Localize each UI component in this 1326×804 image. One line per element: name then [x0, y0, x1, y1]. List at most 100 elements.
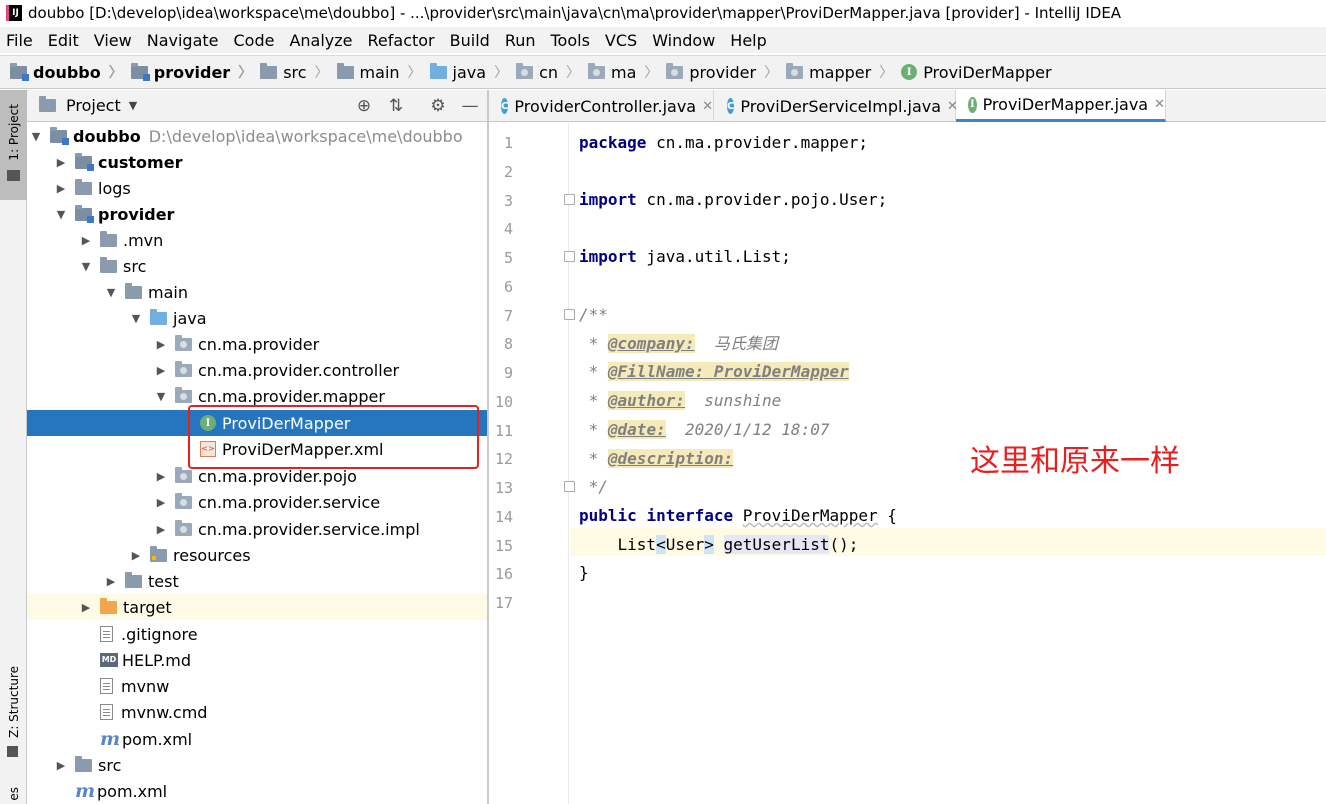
- tree-item-label: cn.ma.provider.controller: [198, 360, 400, 380]
- chevron-down-icon[interactable]: ▼: [52, 208, 70, 221]
- tree-item-gitignore[interactable]: ▶.gitignore: [27, 621, 487, 647]
- folder-icon: [75, 178, 92, 195]
- tree-item-provider[interactable]: ▼ provider: [27, 201, 487, 227]
- tree-item-java[interactable]: ▼ java: [27, 305, 487, 331]
- tree-item-package[interactable]: ▶ cn.ma.provider: [27, 331, 487, 357]
- tree-item-mvnw[interactable]: ▶mvnw: [27, 673, 487, 699]
- chevron-right-icon[interactable]: ▶: [152, 364, 170, 377]
- tree-item-main[interactable]: ▼ main: [27, 279, 487, 305]
- project-tool-tab[interactable]: 1: Project: [0, 90, 27, 200]
- tree-item-src-root[interactable]: ▶ src: [27, 752, 487, 778]
- tree-item-label: src: [98, 755, 122, 775]
- package-icon: [666, 62, 684, 79]
- crumb-java[interactable]: java 〉: [429, 62, 517, 82]
- menu-analyze[interactable]: Analyze: [289, 31, 352, 50]
- resources-folder-icon: [150, 545, 167, 562]
- structure-tab-label[interactable]: Z: Structure: [7, 666, 21, 738]
- chevron-right-icon[interactable]: ▶: [152, 496, 170, 509]
- chevron-down-icon[interactable]: ▼: [27, 130, 45, 143]
- menu-run[interactable]: Run: [505, 31, 536, 50]
- menu-refactor[interactable]: Refactor: [368, 31, 435, 50]
- keyword: interface: [646, 506, 734, 525]
- chevron-down-icon[interactable]: ▼: [127, 312, 145, 325]
- tree-item-package[interactable]: ▶ cn.ma.provider.service.impl: [27, 516, 487, 542]
- crumb-cn[interactable]: cn 〉: [516, 62, 588, 82]
- chevron-right-icon[interactable]: ▶: [77, 234, 95, 247]
- hide-panel-icon[interactable]: —: [459, 95, 481, 117]
- tree-item-resources[interactable]: ▶ resources: [27, 542, 487, 568]
- crumb-provider-module[interactable]: provider 〉: [130, 62, 260, 82]
- menu-build[interactable]: Build: [450, 31, 490, 50]
- window-title: doubbo [D:\develop\idea\workspace\me\dou…: [28, 4, 1122, 22]
- menu-code[interactable]: Code: [234, 31, 275, 50]
- tree-item-target[interactable]: ▶ target: [27, 594, 487, 620]
- crumb-src[interactable]: src 〉: [260, 62, 336, 82]
- package-icon: [786, 62, 804, 79]
- crumb-label: ProviDerMapper: [923, 62, 1052, 82]
- chevron-down-icon[interactable]: ▼: [152, 390, 170, 403]
- gear-icon[interactable]: ⚙: [427, 95, 449, 117]
- collapse-all-icon[interactable]: ⇅: [385, 95, 407, 117]
- tree-item-doubbo[interactable]: ▼ doubbo D:\develop\idea\workspace\me\doub…: [27, 123, 487, 149]
- tree-item-label: pom.xml: [122, 729, 193, 749]
- tree-item-label: mvnw: [121, 676, 170, 696]
- crumb-label: java: [452, 62, 487, 82]
- tab-provider-mapper[interactable]: I ProviDerMapper.java ✕: [956, 90, 1166, 122]
- chevron-right-icon[interactable]: ▶: [102, 575, 120, 588]
- menu-tools[interactable]: Tools: [551, 31, 590, 50]
- tree-item-logs[interactable]: ▶ logs: [27, 175, 487, 201]
- chevron-right-icon[interactable]: ▶: [52, 759, 70, 772]
- menu-window[interactable]: Window: [652, 31, 715, 50]
- chevron-right-icon[interactable]: ▶: [152, 470, 170, 483]
- tree-item-package[interactable]: ▶ cn.ma.provider.controller: [27, 357, 487, 383]
- menu-view[interactable]: View: [94, 31, 132, 50]
- editor-tab-bar: C ProviderController.java ✕ C ProviDerServi…: [489, 90, 1326, 122]
- close-icon[interactable]: ✕: [702, 99, 713, 114]
- crumb-provider-package[interactable]: provider 〉: [666, 62, 786, 82]
- bottom-tab-label[interactable]: es: [7, 787, 21, 801]
- chevron-right-icon[interactable]: ▶: [77, 601, 95, 614]
- close-icon[interactable]: ✕: [1154, 97, 1165, 112]
- tree-item-package[interactable]: ▶ cn.ma.provider.service: [27, 489, 487, 515]
- chevron-right-icon[interactable]: ▶: [152, 523, 170, 536]
- menu-file[interactable]: File: [6, 31, 33, 50]
- project-view-selector[interactable]: Project: [66, 96, 121, 115]
- menu-edit[interactable]: Edit: [48, 31, 79, 50]
- tree-item-src[interactable]: ▼ src: [27, 253, 487, 279]
- chevron-right-icon[interactable]: ▶: [152, 338, 170, 351]
- line-number: 13: [494, 479, 513, 497]
- tree-item-label: test: [148, 571, 179, 591]
- dropdown-arrow-icon[interactable]: ▼: [129, 99, 137, 112]
- chevron-right-icon[interactable]: ▶: [52, 156, 70, 169]
- chevron-right-icon[interactable]: ▶: [127, 549, 145, 562]
- tree-item-help-md[interactable]: ▶MDHELP.md: [27, 647, 487, 673]
- locate-icon[interactable]: ⊕: [353, 95, 375, 117]
- crumb-doubbo[interactable]: doubbo 〉: [10, 62, 131, 82]
- menu-navigate[interactable]: Navigate: [147, 31, 219, 50]
- menu-help[interactable]: Help: [730, 31, 766, 50]
- tab-provider-service-impl[interactable]: C ProviDerServiceImpl.java ✕: [715, 90, 958, 122]
- left-tool-strip: 1: Project Z: Structure es: [0, 90, 27, 804]
- doc-comment-line: * @description:: [579, 445, 734, 473]
- crumb-ma[interactable]: ma 〉: [588, 62, 666, 82]
- code-editor[interactable]: package cn.ma.provider.mapper; import cn…: [570, 123, 1326, 804]
- tree-item-test[interactable]: ▶ test: [27, 568, 487, 594]
- tree-item-mvn[interactable]: ▶ .mvn: [27, 227, 487, 253]
- tab-provider-controller[interactable]: C ProviderController.java ✕: [489, 90, 714, 122]
- tree-item-customer[interactable]: ▶ customer: [27, 149, 487, 175]
- menu-vcs[interactable]: VCS: [605, 31, 637, 50]
- chevron-down-icon[interactable]: ▼: [102, 286, 120, 299]
- crumb-main[interactable]: main 〉: [336, 62, 430, 82]
- module-folder-icon: [75, 152, 94, 171]
- tree-item-pom-xml-root[interactable]: ▶mpom.xml: [27, 778, 487, 804]
- chevron-down-icon[interactable]: ▼: [77, 260, 95, 273]
- crumb-provider-mapper[interactable]: I ProviDerMapper: [901, 62, 1052, 82]
- package-icon: [175, 360, 192, 377]
- crumb-mapper[interactable]: mapper 〉: [786, 62, 901, 82]
- module-folder-icon: [10, 62, 29, 81]
- chevron-right-icon[interactable]: ▶: [52, 182, 70, 195]
- doc-star: *: [579, 334, 608, 353]
- tree-item-pom-xml[interactable]: ▶mpom.xml: [27, 726, 487, 752]
- tree-item-mvnw-cmd[interactable]: ▶mvnw.cmd: [27, 699, 487, 725]
- crumb-label: src: [283, 62, 307, 82]
